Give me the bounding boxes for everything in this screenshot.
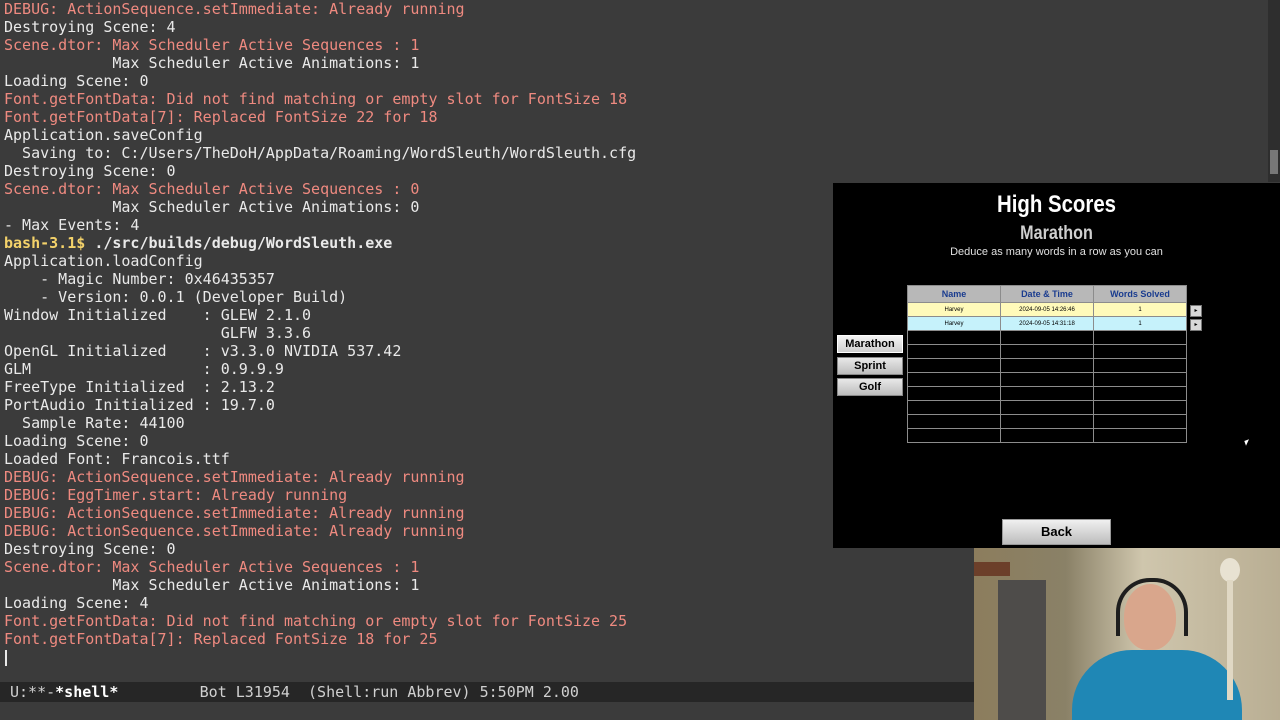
filing-cabinet-image xyxy=(998,580,1046,720)
table-cell xyxy=(1000,344,1094,359)
table-row: Harvey 2024-09-05 14:26:46 1 xyxy=(907,302,1187,317)
table-cell: 2024-09-05 14:26:46 xyxy=(1000,302,1094,317)
terminal-line: Font.getFontData[7]: Replaced FontSize 2… xyxy=(4,108,438,126)
table-row-empty xyxy=(907,428,1187,443)
table-cell xyxy=(907,358,1001,373)
modeline-buffer-name: *shell* xyxy=(55,683,119,701)
table-cell: Harvey xyxy=(907,316,1001,331)
table-row-empty xyxy=(907,414,1187,429)
table-cell xyxy=(1093,372,1187,387)
header-words-solved: Words Solved xyxy=(1093,285,1187,303)
marathon-button[interactable]: Marathon xyxy=(837,335,903,353)
bookshelf-image xyxy=(974,562,1010,576)
table-row-empty xyxy=(907,344,1187,359)
terminal-cursor xyxy=(5,650,7,666)
terminal-line: Application.saveConfig xyxy=(4,126,203,144)
modeline-status: U:**- xyxy=(10,683,56,701)
scrollbar-thumb[interactable] xyxy=(1270,150,1278,174)
table-cell xyxy=(907,400,1001,415)
emacs-modeline: U:**-*shell* Bot L31954 (Shell:run Abbre… xyxy=(0,682,974,702)
table-cell xyxy=(1093,400,1187,415)
row-play-icon[interactable]: ▸ xyxy=(1190,319,1202,331)
table-cell xyxy=(1000,330,1094,345)
table-header-row: Name Date & Time Words Solved xyxy=(907,285,1187,303)
mode-description: Deduce as many words in a row as you can xyxy=(950,246,1163,258)
table-cell xyxy=(1093,344,1187,359)
table-row: Harvey 2024-09-05 14:31:18 1 xyxy=(907,316,1187,331)
table-cell: 1 xyxy=(1093,316,1187,331)
table-row-empty xyxy=(907,358,1187,373)
table-cell xyxy=(907,386,1001,401)
mouse-pointer-icon xyxy=(1244,439,1251,446)
high-scores-title: High Scores xyxy=(996,191,1117,218)
table-cell xyxy=(1000,414,1094,429)
sprint-button[interactable]: Sprint xyxy=(837,357,903,375)
golf-button[interactable]: Golf xyxy=(837,378,903,396)
table-row-empty xyxy=(907,330,1187,345)
terminal-line: DEBUG: ActionSequence.setImmediate: Alre… xyxy=(4,0,465,18)
row-play-icon[interactable]: ▸ xyxy=(1190,305,1202,317)
terminal-line: Destroying Scene: 4 xyxy=(4,18,176,36)
table-cell: 1 xyxy=(1093,302,1187,317)
headphones-icon xyxy=(1116,578,1188,636)
terminal-line: Destroying Scene: 0 xyxy=(4,162,176,180)
terminal-line: Font.getFontData: Did not find matching … xyxy=(4,90,628,108)
table-cell xyxy=(1093,428,1187,443)
table-cell xyxy=(1000,400,1094,415)
mode-title: Marathon xyxy=(1020,223,1093,244)
terminal-line: Max Scheduler Active Animations: 1 xyxy=(4,54,420,72)
table-cell xyxy=(1093,358,1187,373)
table-cell xyxy=(907,344,1001,359)
table-cell: 2024-09-05 14:31:18 xyxy=(1000,316,1094,331)
table-cell xyxy=(1093,330,1187,345)
header-date-time: Date & Time xyxy=(1000,285,1094,303)
game-window[interactable]: High Scores Marathon Deduce as many word… xyxy=(833,183,1280,548)
table-row-empty xyxy=(907,386,1187,401)
terminal-line: Saving to: C:/Users/TheDoH/AppData/Roami… xyxy=(4,144,637,162)
table-cell xyxy=(907,428,1001,443)
table-cell: Harvey xyxy=(907,302,1001,317)
table-cell xyxy=(1000,372,1094,387)
table-cell xyxy=(907,414,1001,429)
table-cell xyxy=(1000,386,1094,401)
table-cell xyxy=(1000,358,1094,373)
table-cell xyxy=(907,330,1001,345)
modeline-position: Bot L31954 xyxy=(199,683,290,701)
header-name: Name xyxy=(907,285,1001,303)
modeline-mode: (Shell:run Abbrev) xyxy=(308,683,471,701)
table-cell xyxy=(1093,386,1187,401)
high-scores-table: Name Date & Time Words Solved Harvey 2024… xyxy=(907,285,1187,443)
skeleton-model-image xyxy=(1214,558,1244,708)
modeline-time: 5:50PM 2.00 xyxy=(479,683,579,701)
table-cell xyxy=(1000,428,1094,443)
table-cell xyxy=(907,372,1001,387)
terminal-line: Loading Scene: 0 xyxy=(4,72,149,90)
table-cell xyxy=(1093,414,1187,429)
webcam-overlay xyxy=(974,548,1280,720)
table-row-empty xyxy=(907,372,1187,387)
terminal-scrollbar[interactable] xyxy=(1268,0,1280,182)
table-row-empty xyxy=(907,400,1187,415)
terminal-line: Scene.dtor: Max Scheduler Active Sequenc… xyxy=(4,36,420,54)
back-button[interactable]: Back xyxy=(1002,519,1111,545)
